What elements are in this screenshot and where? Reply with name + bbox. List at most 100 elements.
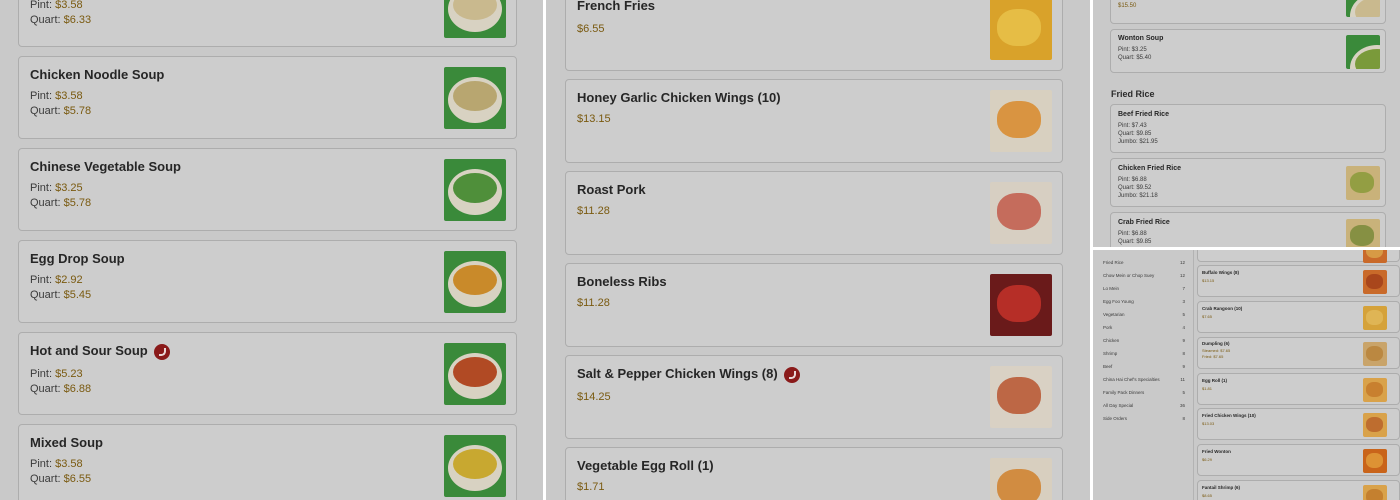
item-name: Honey Garlic Chicken Wings (10) — [577, 90, 781, 105]
menu-item-card[interactable]: Boneless Ribs $11.28 — [565, 263, 1063, 347]
item-price: $13.03 — [1202, 421, 1215, 426]
price-line: Pint: $3.58 — [30, 458, 83, 470]
food-photo — [990, 182, 1052, 244]
menu-item-card[interactable]: $15.50 — [1110, 0, 1386, 24]
price-line: Pint: $3.58 — [30, 90, 83, 102]
price-line: Quart: $6.55 — [30, 473, 92, 485]
item-price: $7.65 — [1202, 314, 1213, 319]
category-link[interactable]: Chow Mein or Chop Suey — [1103, 273, 1154, 278]
menu-item-card[interactable]: Roast Pork $11.28 — [565, 171, 1063, 255]
menu-item-card[interactable]: Crab Fried Rice Pint: $6.88 Quart: $9.85 — [1110, 212, 1386, 247]
category-count: 9 — [1182, 338, 1185, 343]
menu-item-card[interactable]: French Fries $6.55 — [565, 0, 1063, 71]
category-link[interactable]: China Hai Chef's Specialties — [1103, 377, 1160, 382]
side-orders-panel: Fried Rice 12 Chow Mein or Chop Suey 12 … — [1093, 250, 1400, 500]
price-line: Pint: $7.43 — [1118, 123, 1147, 129]
category-count: 8 — [1182, 351, 1185, 356]
category-link[interactable]: Vegetarian — [1103, 312, 1125, 317]
food-photo — [990, 0, 1052, 60]
menu-item-card[interactable]: Chinese Vegetable Soup Pint: $3.25 Quart… — [18, 148, 517, 231]
menu-item-card[interactable]: Wonton Soup Pint: $3.25 Quart: $5.40 — [1110, 29, 1386, 73]
item-name: Roast Pork — [577, 182, 646, 197]
menu-item-card[interactable]: Buffalo Wings (8) $13.15 — [1197, 265, 1400, 297]
category-count: 5 — [1182, 390, 1185, 395]
price-line: Quart: $5.45 — [30, 289, 92, 301]
price-line: Pint: $5.23 — [30, 368, 83, 380]
menu-item-card[interactable]: Honey Garlic Chicken Wings (10) $13.15 — [565, 79, 1063, 163]
price-line: Jumbo: $21.95 — [1118, 139, 1158, 145]
price-line: Steamed: $7.65 — [1202, 348, 1231, 353]
soup-photo — [1346, 35, 1380, 69]
food-photo — [1363, 306, 1387, 330]
soup-photo — [444, 435, 506, 497]
price-line: Pint: $6.88 — [1118, 231, 1147, 237]
item-name: Boneless Ribs — [577, 274, 667, 289]
category-link[interactable]: Fried Rice — [1103, 260, 1124, 265]
category-link[interactable]: All Day Special — [1103, 403, 1133, 408]
item-name: Egg Roll (1) — [1202, 378, 1227, 383]
soup-photo — [1346, 0, 1380, 17]
menu-item-card[interactable]: Pint: $3.58 Quart: $6.33 — [18, 0, 517, 47]
item-name: Crab Fried Rice — [1118, 219, 1170, 226]
fried-rice-menu-panel: $15.50 Wonton Soup Pint: $3.25 Quart: $5… — [1093, 0, 1400, 247]
item-name: Mixed Soup — [30, 435, 103, 450]
item-name: Beef Fried Rice — [1118, 111, 1169, 118]
menu-item-card[interactable] — [1197, 250, 1400, 263]
category-link[interactable]: Family Pack Dinners — [1103, 390, 1144, 395]
category-link[interactable]: Shrimp — [1103, 351, 1117, 356]
soup-menu-panel: Pint: $3.58 Quart: $6.33 Chicken Noodle … — [0, 0, 543, 500]
menu-item-card[interactable]: Dumpling (6) Steamed: $7.65 Fried: $7.65 — [1197, 337, 1400, 369]
section-title: Fried Rice — [1111, 89, 1155, 99]
menu-item-card[interactable]: Fried Chicken Wings (10) $13.03 — [1197, 408, 1400, 440]
menu-item-card[interactable]: Egg Drop Soup Pint: $2.92 Quart: $5.45 — [18, 240, 517, 323]
soup-photo — [444, 251, 506, 313]
menu-item-card[interactable]: Chicken Fried Rice Pint: $6.88 Quart: $9… — [1110, 158, 1386, 207]
menu-item-card[interactable]: Vegetable Egg Roll (1) $1.71 — [565, 447, 1063, 500]
soup-photo — [444, 159, 506, 221]
item-price: $13.15 — [577, 113, 611, 125]
category-link[interactable]: Chicken — [1103, 338, 1119, 343]
category-link[interactable]: Beef — [1103, 364, 1112, 369]
category-link[interactable]: Side Orders — [1103, 416, 1127, 421]
menu-item-card[interactable]: Salt & Pepper Chicken Wings (8) $14.25 — [565, 355, 1063, 439]
menu-item-card[interactable]: Beef Fried Rice Pint: $7.43 Quart: $9.85… — [1110, 104, 1386, 153]
category-count: 9 — [1182, 364, 1185, 369]
item-name: Chicken Fried Rice — [1118, 165, 1182, 172]
price-line: Quart: $6.33 — [30, 14, 92, 26]
category-link[interactable]: Pork — [1103, 325, 1112, 330]
item-name: Fried Wonton — [1202, 449, 1231, 454]
item-name: Buffalo Wings (8) — [1202, 270, 1239, 275]
food-photo — [990, 274, 1052, 336]
food-photo — [1363, 342, 1387, 366]
menu-item-card[interactable]: Fantail Shrimp (6) $8.65 — [1197, 480, 1400, 500]
food-photo — [1363, 485, 1387, 500]
category-count: 11 — [1180, 377, 1185, 382]
category-link[interactable]: Lo Mein — [1103, 286, 1119, 291]
food-photo — [1346, 219, 1380, 247]
price-line: Pint: $2.92 — [30, 274, 83, 286]
item-price: $11.28 — [577, 297, 610, 309]
item-name: Chinese Vegetable Soup — [30, 159, 181, 174]
category-count: 4 — [1182, 325, 1185, 330]
item-name: Chicken Noodle Soup — [30, 67, 165, 82]
food-photo — [1363, 250, 1387, 263]
spicy-pepper-icon — [783, 366, 800, 383]
category-count: 7 — [1182, 286, 1185, 291]
price-line: Quart: $9.52 — [1118, 185, 1152, 191]
category-link[interactable]: Egg Foo Young — [1103, 299, 1134, 304]
price-line: Fried: $7.65 — [1202, 354, 1224, 359]
menu-item-card[interactable]: Crab Rangoon (10) $7.65 — [1197, 301, 1400, 333]
menu-item-card[interactable]: Fried Wonton $6.29 — [1197, 444, 1400, 476]
item-price: $6.55 — [577, 23, 605, 35]
menu-item-card[interactable]: Chicken Noodle Soup Pint: $3.58 Quart: $… — [18, 56, 517, 139]
menu-item-card[interactable]: Hot and Sour Soup Pint: $5.23 Quart: $6.… — [18, 332, 517, 415]
menu-item-card[interactable]: Mixed Soup Pint: $3.58 Quart: $6.55 — [18, 424, 517, 500]
price-line: Jumbo: $21.18 — [1118, 193, 1158, 199]
price-line: Quart: $6.88 — [30, 383, 92, 395]
item-price: $6.29 — [1202, 457, 1213, 462]
food-photo — [990, 458, 1052, 500]
price-line: Pint: $3.25 — [1118, 47, 1147, 53]
price-line: Pint: $3.25 — [30, 182, 83, 194]
price-line: Quart: $9.85 — [1118, 131, 1152, 137]
menu-item-card[interactable]: Egg Roll (1) $1.81 — [1197, 373, 1400, 405]
